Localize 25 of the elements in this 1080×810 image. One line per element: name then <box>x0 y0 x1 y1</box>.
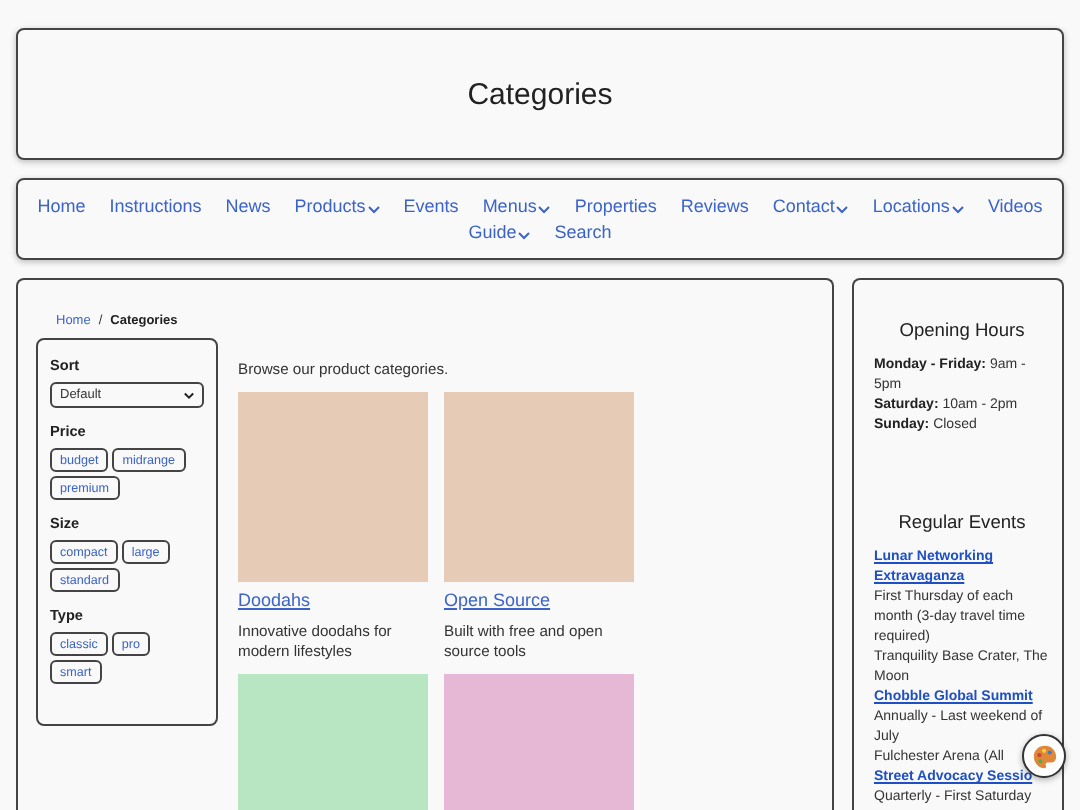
nav-link[interactable]: Search <box>554 221 612 243</box>
nav-link[interactable]: Home <box>37 195 86 217</box>
nav-menu-link[interactable]: Contact <box>772 195 849 217</box>
caret-icon <box>518 231 531 239</box>
caret-icon <box>184 391 194 399</box>
category-link[interactable]: Doodahs <box>238 590 428 610</box>
caret-icon <box>951 205 964 213</box>
palette-icon <box>1031 743 1057 769</box>
nav-link[interactable]: Videos <box>987 195 1043 217</box>
nav-menu-link[interactable]: Guide <box>468 221 531 243</box>
nav-link[interactable]: Properties <box>574 195 657 217</box>
page-title: Categories <box>467 77 613 111</box>
nav-link[interactable]: Reviews <box>680 195 749 217</box>
caret-icon <box>836 205 849 213</box>
nav-menu-link[interactable]: Locations <box>872 195 964 217</box>
nav-link[interactable]: Instructions <box>109 195 202 217</box>
nav-link[interactable]: Events <box>403 195 459 217</box>
nav-menu-link[interactable]: Products <box>294 195 380 217</box>
category-link[interactable]: Open Source <box>444 590 634 610</box>
caret-icon <box>367 205 380 213</box>
section-heading: Opening Hours <box>897 320 1027 340</box>
nav-menu-link[interactable]: Menus <box>482 195 551 217</box>
section-heading: Regular Events <box>896 512 1028 532</box>
caret-icon <box>538 205 551 213</box>
nav-link[interactable]: News <box>225 195 271 217</box>
